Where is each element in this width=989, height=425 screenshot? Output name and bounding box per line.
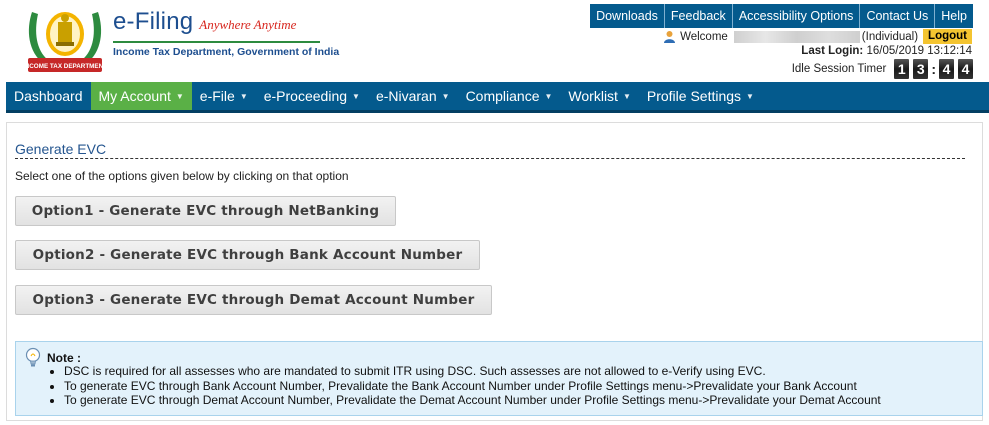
last-login: Last Login: 16/05/2019 13:12:14 [801, 45, 972, 57]
chevron-down-icon: ▼ [352, 91, 360, 101]
chevron-down-icon: ▼ [746, 91, 754, 101]
timer-digit: 4 [939, 58, 954, 79]
nav-e-nivaran[interactable]: e-Nivaran ▼ [368, 82, 458, 110]
brand: e-Filing Anywhere Anytime Income Tax Depa… [113, 8, 339, 58]
government-emblem-icon: INCOME TAX DEPARTMENT [23, 12, 107, 72]
note-box: Note : DSC is required for all assesses … [15, 341, 983, 416]
note-title: Note : [47, 351, 81, 365]
idle-timer-label: Idle Session Timer [791, 62, 887, 75]
timer-digit: 1 [894, 58, 910, 79]
user-type: (Individual) [861, 30, 919, 43]
nav-e-file[interactable]: e-File ▼ [192, 82, 256, 110]
emblem-caption: INCOME TAX DEPARTMENT [23, 63, 107, 70]
timer-digit: 4 [958, 58, 973, 79]
accessibility-options-link[interactable]: Accessibility Options [732, 4, 861, 28]
feedback-link[interactable]: Feedback [664, 4, 733, 28]
nav-label: My Account [98, 88, 171, 104]
chevron-down-icon: ▼ [544, 91, 553, 101]
nav-label: Profile Settings [646, 88, 742, 104]
redacted-username [733, 30, 860, 43]
title-divider [15, 158, 965, 159]
nav-label: Compliance [465, 88, 540, 104]
last-login-value: 16/05/2019 13:12:14 [866, 45, 972, 57]
site-header: INCOME TAX DEPARTMENT e-Filing Anywhere A… [0, 0, 989, 82]
contact-us-link[interactable]: Contact Us [860, 4, 936, 28]
instruction-text: Select one of the options given below by… [15, 169, 349, 183]
nav-label: Worklist [568, 88, 618, 104]
welcome-label: Welcome [680, 30, 728, 43]
nav-label: e-File [199, 88, 235, 104]
content-panel: Generate EVC Select one of the options g… [6, 122, 983, 421]
nav-label: e-Proceeding [263, 88, 348, 104]
nav-dashboard[interactable]: Dashboard [6, 82, 91, 110]
chevron-down-icon: ▼ [239, 91, 248, 101]
nav-label: Dashboard [14, 88, 83, 104]
welcome-row: Welcome (Individual) Logout [663, 29, 972, 44]
note-list: DSC is required for all assesses who are… [64, 364, 881, 408]
note-item: To generate EVC through Bank Account Num… [64, 379, 881, 394]
logout-button[interactable]: Logout [923, 29, 972, 44]
department-name: Income Tax Department, Government of Ind… [113, 46, 340, 58]
option2-bank-account-button[interactable]: Option2 - Generate EVC through Bank Acco… [15, 240, 480, 270]
nav-my-account[interactable]: My Account ▼ [90, 82, 192, 110]
downloads-link[interactable]: Downloads [590, 4, 665, 28]
chevron-down-icon: ▼ [622, 91, 631, 101]
option3-demat-account-button[interactable]: Option3 - Generate EVC through Demat Acc… [15, 285, 492, 315]
page-title: Generate EVC [15, 141, 107, 157]
chevron-down-icon: ▼ [441, 91, 450, 101]
note-item: To generate EVC through Demat Account Nu… [64, 393, 881, 408]
chevron-down-icon: ▼ [175, 91, 184, 101]
nav-e-proceeding[interactable]: e-Proceeding ▼ [256, 82, 368, 110]
user-icon [664, 31, 676, 43]
nav-worklist[interactable]: Worklist ▼ [560, 82, 638, 110]
main-nav: Dashboard My Account ▼ e-File ▼ e-Proceedi… [6, 82, 989, 113]
timer-digit: 3 [913, 58, 929, 79]
brand-title: e-Filing [113, 8, 194, 35]
nav-label: e-Nivaran [375, 88, 437, 104]
brand-divider [113, 41, 320, 43]
help-link[interactable]: Help [935, 4, 973, 28]
lightbulb-icon [25, 347, 41, 367]
brand-tagline: Anywhere Anytime [199, 17, 297, 32]
idle-session-timer: Idle Session Timer 1 3 : 4 4 [792, 58, 975, 79]
timer-separator: : [931, 60, 936, 77]
top-links: Downloads Feedback Accessibility Options… [590, 4, 973, 28]
nav-compliance[interactable]: Compliance ▼ [458, 82, 561, 110]
nav-profile-settings[interactable]: Profile Settings ▼ [639, 82, 762, 110]
note-item: DSC is required for all assesses who are… [64, 364, 881, 379]
option1-netbanking-button[interactable]: Option1 - Generate EVC through NetBankin… [15, 196, 396, 226]
last-login-label: Last Login: [801, 45, 864, 57]
